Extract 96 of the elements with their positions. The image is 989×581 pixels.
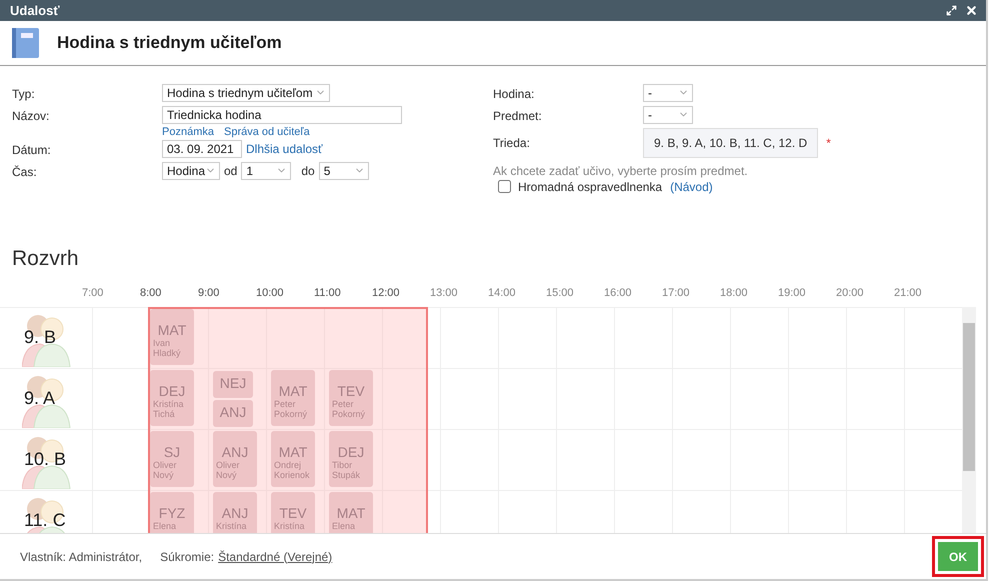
from-label: od xyxy=(224,164,238,178)
dropdown[interactable]: 5 xyxy=(318,162,369,180)
teacher-label: Ondrej Korienok xyxy=(273,460,311,480)
teacher-label: Kristína xyxy=(273,521,305,532)
subject-label: ANJ xyxy=(220,405,246,420)
teacher-label: Elena xyxy=(152,521,176,532)
to-label: do xyxy=(301,164,315,178)
subject-label: MAT xyxy=(336,506,366,522)
subject-label: MAT xyxy=(278,384,308,400)
required-mark: * xyxy=(826,136,831,150)
teacher-label: Oliver Nový xyxy=(152,460,178,480)
hour-label: 7:00 xyxy=(82,287,104,302)
ok-button[interactable]: OK xyxy=(938,542,978,572)
dropdown[interactable]: Hodina xyxy=(162,162,220,180)
field-label: Dátum: xyxy=(12,142,52,159)
teacher-label: Tibor Stupák xyxy=(331,460,362,480)
privacy-link[interactable]: Štandardné (Verejné) xyxy=(218,550,332,564)
teacher-label: Oliver Nový xyxy=(215,460,241,480)
field-label: Názov: xyxy=(12,108,50,125)
hour-label: 8:00 xyxy=(140,287,162,302)
name-field[interactable]: Triednicka hodina xyxy=(162,106,402,124)
hour-label: 21:00 xyxy=(894,287,923,302)
hint-text: Ak chcete zadať učivo, vyberte prosím predmet. xyxy=(493,164,749,178)
lesson-card[interactable]: SJ Oliver Nový xyxy=(150,431,194,488)
checkbox[interactable] xyxy=(498,180,511,194)
book-icon xyxy=(12,28,39,58)
privacy-label: Súkromie: xyxy=(160,550,214,564)
hour-label: 13:00 xyxy=(430,287,459,302)
teacher-label: Peter Pokorný xyxy=(273,399,308,420)
link[interactable]: Poznámka xyxy=(162,126,214,138)
hour-label: 15:00 xyxy=(546,287,575,302)
subject-label: TEV xyxy=(279,506,307,522)
owner-text: Vlastník: Administrátor, xyxy=(20,550,142,564)
lesson-card[interactable]: NEJ xyxy=(213,371,253,398)
hour-label: 16:00 xyxy=(604,287,633,302)
class-label: 9. B xyxy=(24,327,56,348)
subject-label: DEJ xyxy=(158,384,186,400)
maximize-icon[interactable] xyxy=(946,4,957,16)
subject-label: ANJ xyxy=(222,445,248,460)
lesson-card[interactable]: DEJ Kristína Tichá xyxy=(150,370,194,426)
field-label: Predmet: xyxy=(493,108,543,125)
lesson-card[interactable]: TEV Peter Pokorný xyxy=(329,370,373,426)
lesson-card[interactable]: DEJ Tibor Stupák xyxy=(329,431,373,488)
link[interactable]: Správa od učiteľa xyxy=(224,126,310,138)
hour-label: 19:00 xyxy=(778,287,807,302)
dropdown[interactable]: - xyxy=(643,106,693,124)
class-label: 10. B xyxy=(24,449,66,470)
subject-label: TEV xyxy=(337,384,365,400)
close-icon[interactable] xyxy=(965,4,978,17)
dropdown[interactable]: - xyxy=(643,84,693,102)
subject-label: SJ xyxy=(164,445,180,460)
window-title: Udalosť xyxy=(10,2,60,18)
checkbox-label: Hromadná ospravedlnenka xyxy=(518,180,662,194)
hour-label: 17:00 xyxy=(662,287,691,302)
subject-label: DEJ xyxy=(338,445,364,460)
field-label: Trieda: xyxy=(493,134,531,152)
lesson-card[interactable]: FYZ Elena xyxy=(150,492,194,534)
hour-label: 14:00 xyxy=(488,287,517,302)
date-field[interactable]: 03. 09. 2021 xyxy=(162,140,242,158)
class-label: 11. C xyxy=(24,510,66,532)
dropdown[interactable]: 1 xyxy=(241,162,292,180)
dropdown[interactable]: Hodina s triednym učiteľom xyxy=(162,84,330,102)
section-title: Rozvrh xyxy=(12,247,80,272)
teacher-label: Elena xyxy=(331,521,356,532)
hour-label: 18:00 xyxy=(720,287,749,302)
help-link[interactable]: (Návod) xyxy=(670,180,713,194)
lesson-card[interactable]: MAT Peter Pokorný xyxy=(271,370,315,426)
class-label: 9. A xyxy=(24,388,56,410)
hour-label: 10:00 xyxy=(256,287,285,302)
field-label: Typ: xyxy=(12,86,36,103)
hour-label: 11:00 xyxy=(314,287,342,302)
subject-label: NEJ xyxy=(220,376,246,392)
teacher-label: Peter Pokorný xyxy=(331,399,366,420)
scrollbar[interactable] xyxy=(962,307,976,534)
hour-label: 9:00 xyxy=(198,287,220,302)
hour-label: 20:00 xyxy=(836,287,865,302)
subject-label: MAT xyxy=(158,323,186,338)
lesson-card[interactable]: MAT Ondrej Korienok xyxy=(271,431,315,488)
teacher-label: Kristína Tichá xyxy=(152,399,185,420)
subject-label: FYZ xyxy=(158,506,186,522)
class-list[interactable]: 9. B, 9. A, 10. B, 11. C, 12. D xyxy=(643,128,818,158)
subject-label: ANJ xyxy=(222,506,248,522)
teacher-label: Ivan Hladký xyxy=(152,338,182,358)
link[interactable]: Dlhšia udalosť xyxy=(246,142,323,156)
hour-label: 12:00 xyxy=(372,287,401,302)
field-label: Čas: xyxy=(12,164,38,181)
lesson-card[interactable]: ANJ Kristína xyxy=(213,492,257,534)
lesson-card[interactable]: ANJ Oliver Nový xyxy=(213,431,257,488)
lesson-card[interactable]: ANJ xyxy=(213,400,253,428)
lesson-card[interactable]: MAT Elena xyxy=(329,492,373,534)
teacher-label: Kristína xyxy=(215,521,247,532)
field-label: Hodina: xyxy=(493,86,536,103)
lesson-card[interactable]: MAT Ivan Hladký xyxy=(150,309,194,366)
event-title: Hodina s triednym učiteľom xyxy=(57,32,282,53)
subject-label: MAT xyxy=(278,445,308,460)
lesson-card[interactable]: TEV Kristína xyxy=(271,492,315,534)
